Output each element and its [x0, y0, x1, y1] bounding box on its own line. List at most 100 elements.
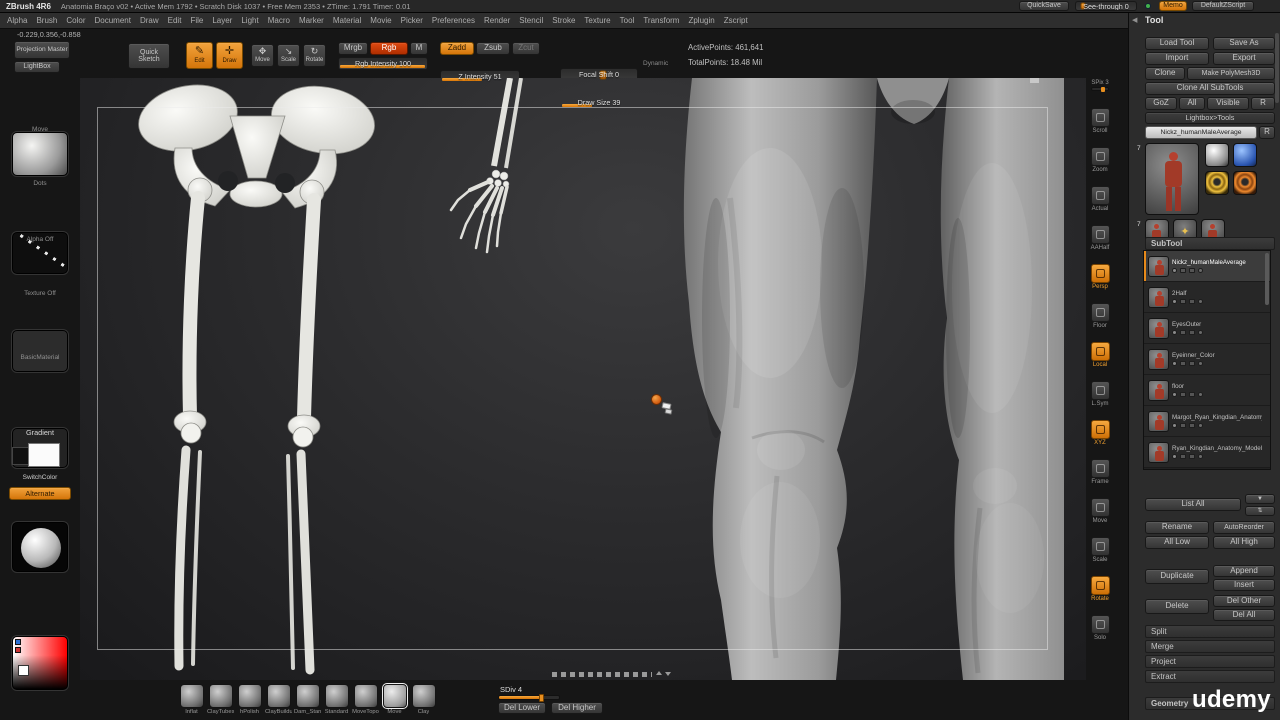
shader-icon[interactable] — [1198, 361, 1203, 366]
zadd-button[interactable]: Zadd — [440, 42, 474, 55]
uv-icon[interactable] — [1189, 330, 1195, 335]
visibility-eye-icon[interactable] — [1172, 361, 1177, 366]
shader-icon[interactable] — [1198, 454, 1203, 459]
del-all-button[interactable]: Del All — [1213, 609, 1275, 621]
polypaint-icon[interactable] — [1180, 361, 1186, 366]
rgb-intensity-slider[interactable]: Rgb Intensity 100 — [338, 57, 428, 70]
menu-item[interactable]: Render — [484, 16, 510, 25]
menu-item[interactable]: Light — [241, 16, 258, 25]
shelf-icon-button[interactable]: AAHalf — [1087, 225, 1113, 262]
brush-preset[interactable]: Clay — [410, 684, 437, 715]
panel-scrollbar[interactable] — [1275, 33, 1279, 103]
brush-preset[interactable]: MoveTopo — [352, 684, 379, 715]
menu-item[interactable]: Transform — [643, 16, 679, 25]
list-all-button[interactable]: List All — [1145, 498, 1241, 511]
subtool-section-header[interactable]: SubTool — [1145, 237, 1275, 250]
shelf-icon-button[interactable]: Actual — [1087, 186, 1113, 223]
save-as-button[interactable]: Save As — [1213, 37, 1275, 50]
polypaint-icon[interactable] — [1180, 423, 1186, 428]
del-other-button[interactable]: Del Other — [1213, 595, 1275, 607]
uv-icon[interactable] — [1189, 268, 1195, 273]
clone-button[interactable]: Clone — [1145, 67, 1185, 80]
shader-icon[interactable] — [1198, 330, 1203, 335]
menu-item[interactable]: Alpha — [7, 16, 27, 25]
shelf-icon-button[interactable]: Solo — [1087, 615, 1113, 652]
subtool-down-button[interactable]: ▼ — [1245, 494, 1275, 504]
menu-item[interactable]: Layer — [212, 16, 232, 25]
menu-item[interactable]: Texture — [584, 16, 610, 25]
menu-item[interactable]: Brush — [36, 16, 57, 25]
quicksave-button[interactable]: QuickSave — [1019, 1, 1069, 11]
lightbox-tools-button[interactable]: Lightbox>Tools — [1145, 112, 1275, 124]
collapsed-subsection[interactable]: Extract — [1145, 670, 1275, 683]
visibility-eye-icon[interactable] — [1172, 299, 1177, 304]
shelf-icon-button[interactable]: Zoom — [1087, 147, 1113, 184]
shader-icon[interactable] — [1198, 299, 1203, 304]
all-high-button[interactable]: All High — [1213, 536, 1275, 549]
current-alpha-thumbnail[interactable] — [12, 330, 68, 372]
goz-all-button[interactable]: All — [1179, 97, 1205, 110]
brush-preset[interactable]: Move — [381, 683, 408, 715]
zsub-button[interactable]: Zsub — [476, 42, 510, 55]
uv-icon[interactable] — [1189, 423, 1195, 428]
switch-color-chips[interactable] — [12, 442, 68, 470]
draw-mode-button[interactable]: ✛ Draw — [216, 42, 243, 69]
polypaint-icon[interactable] — [1180, 299, 1186, 304]
polypaint-icon[interactable] — [1180, 268, 1186, 273]
polypaint-icon[interactable] — [1180, 454, 1186, 459]
tool-preset-sphere-white[interactable] — [1205, 143, 1229, 167]
zcut-button[interactable]: Zcut — [512, 42, 540, 55]
timeline-divider[interactable] — [552, 672, 652, 677]
subtool-row[interactable]: 2Half — [1144, 282, 1270, 313]
default-zscript-button[interactable]: DefaultZScript — [1192, 1, 1254, 11]
menu-item[interactable]: Tool — [620, 16, 635, 25]
color-picker[interactable] — [12, 636, 68, 690]
projection-master-button[interactable]: Projection Master — [14, 41, 70, 59]
dynamic-label[interactable]: Dynamic — [643, 60, 668, 67]
export-button[interactable]: Export — [1213, 52, 1275, 65]
shelf-icon-button[interactable]: Move — [1087, 498, 1113, 535]
sculpt-viewport[interactable] — [80, 78, 1086, 680]
rgb-button[interactable]: Rgb — [370, 42, 408, 55]
shelf-icon-button[interactable]: Scale — [1087, 537, 1113, 574]
menu-item[interactable]: Macro — [268, 16, 290, 25]
subtool-row[interactable]: EyesOuter — [1144, 313, 1270, 344]
lightbox-button[interactable]: LightBox — [14, 61, 60, 73]
shelf-icon-button[interactable]: Persp — [1087, 264, 1113, 301]
subtool-scrollbar[interactable] — [1265, 253, 1269, 305]
menu-item[interactable]: Picker — [401, 16, 423, 25]
menu-item[interactable]: Movie — [370, 16, 391, 25]
shelf-icon-button[interactable]: Floor — [1087, 303, 1113, 340]
scale-mode-button[interactable]: ↘ Scale — [277, 44, 300, 67]
shader-icon[interactable] — [1198, 392, 1203, 397]
uv-icon[interactable] — [1189, 361, 1195, 366]
brush-preset[interactable]: Inflat — [178, 684, 205, 715]
menu-item[interactable]: Stroke — [552, 16, 575, 25]
shelf-icon-button[interactable]: XYZ — [1087, 420, 1113, 457]
subtool-row[interactable]: floor — [1144, 375, 1270, 406]
rotate-mode-button[interactable]: ↻ Rotate — [303, 44, 326, 67]
subtool-row[interactable]: Eyeinner_Color — [1144, 344, 1270, 375]
quick-sketch-button[interactable]: Quick Sketch — [128, 43, 170, 69]
visibility-eye-icon[interactable] — [1172, 330, 1177, 335]
visibility-eye-icon[interactable] — [1172, 454, 1177, 459]
brush-preset[interactable]: Standard — [323, 684, 350, 715]
collapsed-subsection[interactable]: Merge — [1145, 640, 1275, 653]
import-button[interactable]: Import — [1145, 52, 1209, 65]
tool-preset-sphere-blue[interactable] — [1233, 143, 1257, 167]
visibility-eye-icon[interactable] — [1172, 423, 1177, 428]
uv-icon[interactable] — [1189, 392, 1195, 397]
collapsed-subsection[interactable]: Split — [1145, 625, 1275, 638]
current-material-thumbnail[interactable] — [12, 522, 68, 572]
mrgb-button[interactable]: Mrgb — [338, 42, 368, 55]
delete-button[interactable]: Delete — [1145, 599, 1209, 614]
gradient-label[interactable]: Gradient — [0, 428, 80, 437]
collapsed-subsection[interactable]: Project — [1145, 655, 1275, 668]
tool-preset-rings-orange[interactable] — [1233, 171, 1257, 195]
alternate-button[interactable]: Alternate — [9, 487, 71, 500]
visibility-eye-icon[interactable] — [1172, 392, 1177, 397]
see-through-slider[interactable]: See-through 0 — [1075, 1, 1137, 11]
menu-item[interactable]: Edit — [168, 16, 182, 25]
divider-down-arrow-icon[interactable] — [665, 672, 671, 676]
shelf-icon-button[interactable]: L.Sym — [1087, 381, 1113, 418]
